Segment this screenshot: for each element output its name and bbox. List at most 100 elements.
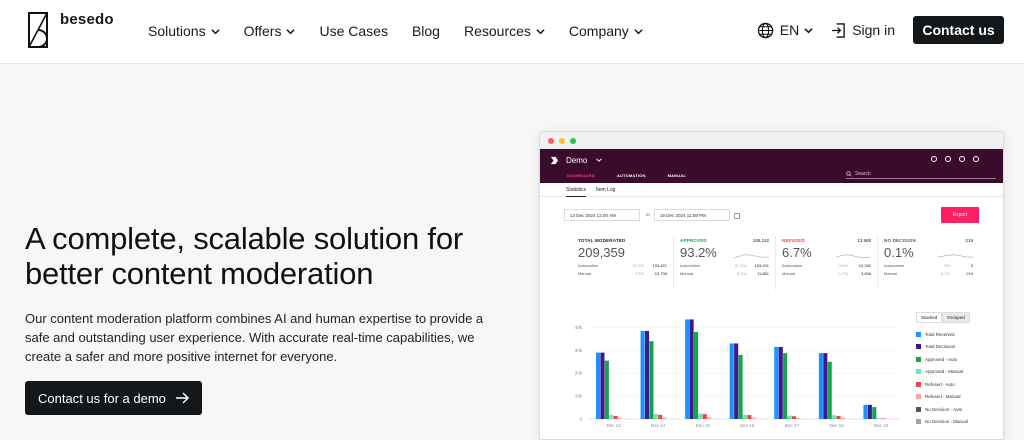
nav-item-offers[interactable]: Offers — [244, 22, 296, 40]
nav-item-blog[interactable]: Blog — [412, 22, 440, 40]
search-placeholder: Search — [855, 170, 871, 177]
bar[interactable] — [729, 343, 734, 419]
chevron-down-icon — [536, 28, 545, 34]
stat-card: NO DECISION 219 0.1% Automation 0% 0 Manual 0.1… — [878, 236, 979, 290]
bar[interactable] — [609, 414, 614, 419]
legend-swatch — [916, 356, 921, 362]
bar[interactable] — [600, 352, 605, 419]
row-label: Automation — [782, 263, 803, 268]
stat-card: APPROVED 195,152 93.2% Automation 87.5% 183,2… — [674, 236, 776, 290]
subtab-statistics[interactable]: Statistics — [566, 187, 587, 197]
legend-swatch — [916, 406, 921, 412]
calendar-icon[interactable] — [734, 213, 740, 219]
bar[interactable] — [818, 353, 823, 419]
nav-actions: EN Sign in Contact us — [757, 16, 1004, 44]
nav-label: Solutions — [148, 23, 206, 39]
bar[interactable] — [787, 415, 792, 419]
bar[interactable] — [698, 413, 703, 419]
brand-logo[interactable]: besedo — [28, 11, 114, 48]
nav-item-resources[interactable]: Resources — [464, 22, 545, 40]
bar[interactable] — [734, 343, 739, 419]
bar[interactable] — [702, 414, 707, 419]
bar[interactable] — [791, 416, 796, 419]
nav-label: Company — [568, 23, 629, 39]
tab-automation[interactable]: AUTOMATION — [617, 173, 646, 178]
bar[interactable] — [783, 353, 788, 419]
date-to-input[interactable]: 19 Dec 2024 11:59 PM — [654, 209, 730, 221]
bar-chart: 0 10k 20k 30k 40k Dec 13 Dec 14 Dec 15 Dec 16 Dec… — [575, 319, 900, 428]
nav-label: Blog — [411, 23, 440, 39]
bar[interactable] — [644, 330, 650, 419]
contact-demo-button[interactable]: Contact us for a demo — [25, 381, 202, 415]
bar[interactable] — [747, 415, 752, 419]
bar[interactable] — [742, 414, 748, 419]
bar[interactable] — [738, 354, 743, 419]
globe-icon — [757, 22, 773, 38]
tab-dashboard[interactable]: DASHBOARD — [567, 173, 595, 178]
bar[interactable] — [840, 417, 845, 419]
legend-item[interactable]: Approved - Manual — [916, 366, 968, 379]
legend-item[interactable]: Total Received — [916, 328, 968, 341]
bar[interactable] — [685, 319, 690, 419]
legend-item[interactable]: No Decision - Auto — [916, 403, 968, 416]
user-icon[interactable] — [973, 156, 979, 162]
bar[interactable] — [662, 417, 667, 419]
x-tick-label: Dec 14 — [651, 423, 666, 428]
legend-item[interactable]: No Decision - Manual — [916, 416, 968, 429]
app-search-input[interactable]: Search — [846, 169, 996, 179]
bar[interactable] — [881, 418, 886, 419]
settings-icon[interactable] — [945, 156, 951, 162]
bar[interactable] — [751, 417, 756, 419]
nav-label: Use Cases — [319, 23, 388, 39]
bar[interactable] — [836, 416, 841, 419]
legend-item[interactable]: Total Decisions — [916, 341, 968, 354]
bar[interactable] — [774, 346, 779, 419]
nav-item-solutions[interactable]: Solutions — [148, 22, 220, 40]
bar[interactable] — [863, 404, 868, 419]
toggle-stacked[interactable]: Stacked — [916, 312, 943, 323]
bar[interactable] — [640, 330, 645, 419]
date-from-input[interactable]: 13 Dec 2024 12:00 AM — [564, 209, 640, 221]
tab-manual[interactable]: MANUAL — [668, 173, 687, 178]
nav-item-use-cases[interactable]: Use Cases — [319, 22, 387, 40]
export-button[interactable]: Export — [941, 207, 979, 223]
row-count: 15,738 — [654, 271, 667, 276]
bar[interactable] — [867, 404, 872, 419]
bar[interactable] — [827, 361, 832, 419]
legend-label: Refused - Manual — [925, 394, 961, 400]
language-selector[interactable]: EN — [757, 22, 813, 39]
bar[interactable] — [613, 416, 618, 419]
help-icon[interactable] — [959, 156, 965, 162]
bar[interactable] — [604, 360, 609, 419]
nav-item-company[interactable]: Company — [569, 22, 643, 40]
bar[interactable] — [653, 413, 658, 419]
toggle-grouped[interactable]: Grouped — [942, 312, 970, 323]
bar[interactable] — [876, 418, 881, 419]
bar[interactable] — [693, 332, 699, 419]
row-label: Automation — [578, 263, 599, 268]
info-icon[interactable] — [931, 156, 937, 162]
row-count: 10,330 — [858, 263, 871, 268]
bar[interactable] — [658, 414, 663, 419]
legend-item[interactable]: Approved - Auto — [916, 353, 968, 366]
bar[interactable] — [832, 415, 837, 419]
bar[interactable] — [823, 353, 828, 419]
bar[interactable] — [796, 417, 801, 419]
stat-row-manual: Manual 5.7% 11,861 — [680, 271, 769, 276]
bar[interactable] — [649, 341, 654, 419]
contact-us-button[interactable]: Contact us — [913, 16, 1004, 44]
legend-item[interactable]: Refused - Manual — [916, 391, 968, 404]
legend-item[interactable]: Refused - Auto — [916, 378, 968, 391]
subtab-item-log[interactable]: Item Log — [596, 187, 615, 193]
chart-legend: Total Received Total Decisions Approved - … — [916, 328, 968, 428]
sub-tabs: Statistics Item Log — [540, 183, 1003, 197]
sign-in-link[interactable]: Sign in — [831, 22, 895, 39]
bar[interactable] — [707, 417, 712, 419]
bar[interactable] — [872, 407, 877, 419]
language-label: EN — [779, 22, 800, 38]
bar[interactable] — [689, 319, 694, 419]
bar[interactable] — [778, 346, 783, 419]
bar[interactable] — [596, 352, 601, 419]
x-tick-label: Dec 17 — [785, 423, 800, 428]
bar[interactable] — [618, 417, 623, 419]
